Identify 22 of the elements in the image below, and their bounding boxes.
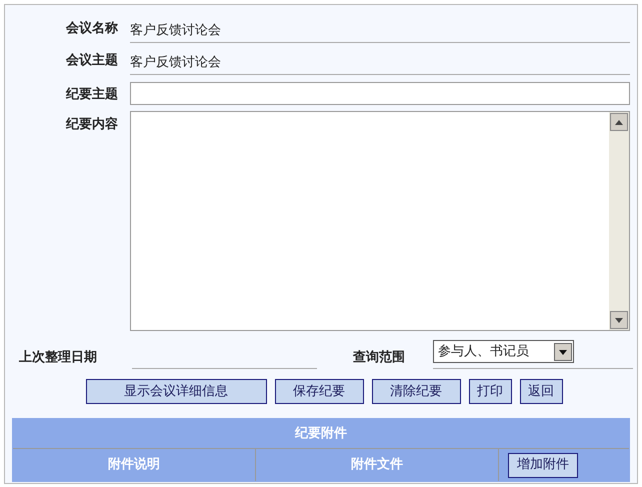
- action-button[interactable]: 打印: [468, 379, 512, 404]
- field-label: 会议名称: [66, 21, 118, 36]
- action-button[interactable]: 显示会议详细信息: [86, 379, 266, 404]
- field-label: 会议主题: [66, 53, 118, 68]
- field-value: 客户反馈讨论会: [130, 55, 221, 70]
- scroll-down-icon[interactable]: [610, 311, 628, 329]
- field-label: 查询范围: [353, 348, 406, 366]
- column-header: 附件说明: [108, 456, 160, 474]
- add-attachment-button[interactable]: 增加附件: [508, 452, 578, 478]
- scroll-up-icon[interactable]: [610, 113, 628, 131]
- scrollbar[interactable]: [609, 112, 629, 330]
- field-label: 上次整理日期: [19, 348, 98, 366]
- scope-dropdown[interactable]: 参与人、书记员: [433, 340, 574, 363]
- field-label: 纪要主题: [66, 87, 118, 102]
- action-button[interactable]: 清除纪要: [372, 379, 460, 404]
- field-label: 纪要内容: [66, 117, 118, 132]
- section-title: 纪要附件: [295, 424, 347, 443]
- field-value: 客户反馈讨论会: [130, 23, 221, 38]
- input-field[interactable]: [130, 82, 630, 104]
- column-header: 附件文件: [351, 456, 403, 474]
- action-button[interactable]: 保存纪要: [274, 379, 364, 404]
- action-button[interactable]: 返回: [520, 379, 562, 404]
